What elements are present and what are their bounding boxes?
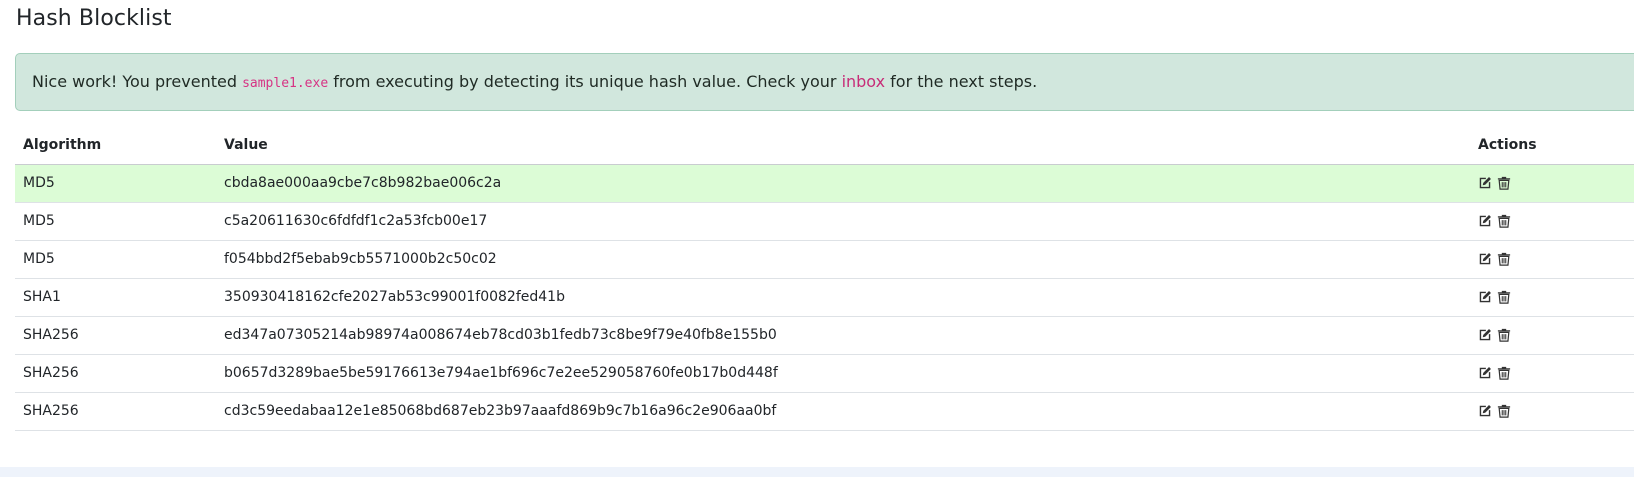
- cell-hash-value: 350930418162cfe2027ab53c99001f0082fed41b: [216, 278, 1470, 317]
- cell-hash-value: cd3c59eedabaa12e1e85068bd687eb23b97aaafd…: [216, 392, 1470, 431]
- trash-icon[interactable]: [1497, 290, 1511, 304]
- cell-algorithm: SHA256: [15, 316, 216, 355]
- cell-actions: [1470, 278, 1634, 317]
- trash-icon[interactable]: [1497, 404, 1511, 418]
- table-body: MD5 cbda8ae000aa9cbe7c8b982bae006c2a MD5 c5…: [15, 164, 1634, 431]
- cell-hash-value: c5a20611630c6fdfdf1c2a53fcb00e17: [216, 202, 1470, 241]
- cell-hash-value: ed347a07305214ab98974a008674eb78cd03b1fe…: [216, 316, 1470, 355]
- cell-actions: [1470, 392, 1634, 431]
- cell-actions: [1470, 240, 1634, 279]
- edit-icon[interactable]: [1478, 366, 1492, 380]
- trash-icon[interactable]: [1497, 252, 1511, 266]
- alert-text-after: for the next steps.: [885, 72, 1038, 91]
- table-row: MD5 f054bbd2f5ebab9cb5571000b2c50c02: [15, 240, 1634, 279]
- cell-hash-value: f054bbd2f5ebab9cb5571000b2c50c02: [216, 240, 1470, 279]
- inbox-link[interactable]: inbox: [842, 72, 886, 91]
- cell-hash-value: cbda8ae000aa9cbe7c8b982bae006c2a: [216, 164, 1470, 203]
- trash-icon[interactable]: [1497, 366, 1511, 380]
- cell-algorithm: SHA256: [15, 354, 216, 393]
- cell-actions: [1470, 316, 1634, 355]
- cell-actions: [1470, 354, 1634, 393]
- table-row: SHA256 cd3c59eedabaa12e1e85068bd687eb23b9…: [15, 392, 1634, 431]
- edit-icon[interactable]: [1478, 214, 1492, 228]
- cell-hash-value: b0657d3289bae5be59176613e794ae1bf696c7e2…: [216, 354, 1470, 393]
- page-title: Hash Blocklist: [16, 6, 172, 31]
- cell-actions: [1470, 202, 1634, 241]
- edit-icon[interactable]: [1478, 404, 1492, 418]
- trash-icon[interactable]: [1497, 214, 1511, 228]
- table-header-row: Algorithm Value Actions: [15, 126, 1634, 165]
- alert-text-before: Nice work! You prevented: [32, 72, 243, 91]
- header-algorithm: Algorithm: [15, 126, 216, 165]
- alert-text-middle: from executing by detecting its unique h…: [328, 72, 842, 91]
- success-alert: Nice work! You prevented sample1.exe fro…: [15, 53, 1634, 111]
- edit-icon[interactable]: [1478, 290, 1492, 304]
- table-row: SHA256 ed347a07305214ab98974a008674eb78cd…: [15, 316, 1634, 355]
- cell-algorithm: SHA256: [15, 392, 216, 431]
- footer-band: [0, 467, 1634, 477]
- header-value: Value: [216, 126, 1470, 165]
- cell-algorithm: MD5: [15, 164, 216, 203]
- edit-icon[interactable]: [1478, 328, 1492, 342]
- alert-filename: sample1.exe: [242, 76, 329, 91]
- table-row: SHA256 b0657d3289bae5be59176613e794ae1bf6…: [15, 354, 1634, 393]
- trash-icon[interactable]: [1497, 176, 1511, 190]
- hash-table: Algorithm Value Actions MD5 cbda8ae000aa9…: [15, 126, 1634, 431]
- header-actions: Actions: [1470, 126, 1634, 165]
- table-row: SHA1 350930418162cfe2027ab53c99001f0082fe…: [15, 278, 1634, 317]
- cell-algorithm: SHA1: [15, 278, 216, 317]
- cell-algorithm: MD5: [15, 240, 216, 279]
- edit-icon[interactable]: [1478, 252, 1492, 266]
- edit-icon[interactable]: [1478, 176, 1492, 190]
- table-row: MD5 cbda8ae000aa9cbe7c8b982bae006c2a: [15, 164, 1634, 203]
- cell-actions: [1470, 164, 1634, 203]
- table-row: MD5 c5a20611630c6fdfdf1c2a53fcb00e17: [15, 202, 1634, 241]
- cell-algorithm: MD5: [15, 202, 216, 241]
- trash-icon[interactable]: [1497, 328, 1511, 342]
